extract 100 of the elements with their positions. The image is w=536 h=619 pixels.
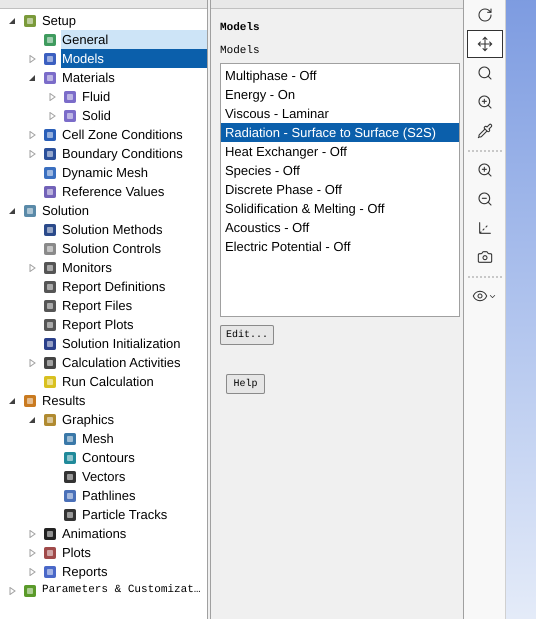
- tree-item-icon: [62, 88, 78, 104]
- tree-item[interactable]: Solution Controls: [61, 239, 162, 258]
- zoom-out-icon: [476, 191, 492, 207]
- tree-item[interactable]: Solution Methods: [61, 220, 164, 239]
- tree-item-icon: [42, 298, 58, 314]
- tree-item-icon: [42, 126, 58, 142]
- list-item[interactable]: Radiation - Surface to Surface (S2S): [221, 123, 459, 142]
- tree-item[interactable]: Results: [41, 391, 86, 410]
- tree-item[interactable]: Solid: [81, 106, 112, 125]
- tree-item[interactable]: Pathlines: [81, 486, 136, 505]
- axes-icon: [476, 220, 492, 236]
- tree-item[interactable]: Dynamic Mesh: [61, 163, 149, 182]
- tree-item-icon: [42, 146, 58, 162]
- collapsed-arrow-icon[interactable]: [8, 586, 16, 594]
- tree-item-icon: [62, 468, 78, 484]
- tree-item[interactable]: Plots: [61, 543, 92, 562]
- tree-item-icon: [42, 374, 58, 390]
- collapsed-arrow-icon[interactable]: [28, 358, 36, 366]
- tree-item-icon: [42, 336, 58, 352]
- tree-item-icon: [42, 240, 58, 256]
- tree-item[interactable]: Cell Zone Conditions: [61, 125, 184, 144]
- tree-item[interactable]: Vectors: [81, 467, 126, 486]
- expanded-arrow-icon[interactable]: [8, 16, 16, 24]
- camera-icon: [476, 249, 492, 265]
- rotate-icon: [476, 7, 492, 23]
- tree-item-icon: [42, 412, 58, 428]
- tree-item-icon: [42, 544, 58, 560]
- expanded-arrow-icon[interactable]: [8, 396, 16, 404]
- task-page-title: Models: [220, 21, 261, 35]
- collapsed-arrow-icon[interactable]: [28, 130, 36, 138]
- expanded-arrow-icon[interactable]: [28, 416, 36, 424]
- collapsed-arrow-icon[interactable]: [28, 530, 36, 538]
- tree-item[interactable]: Reports: [61, 562, 109, 581]
- tree-item-icon: [42, 526, 58, 542]
- tree-item[interactable]: Reference Values: [61, 182, 166, 201]
- edit-button[interactable]: Edit...: [220, 325, 274, 345]
- list-item[interactable]: Energy - On: [221, 85, 459, 104]
- collapsed-arrow-icon[interactable]: [48, 112, 56, 120]
- tree-item[interactable]: Report Files: [61, 296, 134, 315]
- list-item[interactable]: Viscous - Laminar: [221, 104, 459, 123]
- toolbar-button[interactable]: [466, 30, 502, 58]
- list-item[interactable]: Species - Off: [221, 161, 459, 180]
- tree-item-icon: [62, 506, 78, 522]
- zoom-in-icon: [476, 94, 492, 110]
- expanded-arrow-icon[interactable]: [28, 74, 36, 82]
- list-item[interactable]: Discrete Phase - Off: [221, 180, 459, 199]
- list-item[interactable]: Multiphase - Off: [221, 66, 459, 85]
- tree-item-icon: [42, 222, 58, 238]
- collapsed-arrow-icon[interactable]: [48, 92, 56, 100]
- tree-item-icon: [42, 278, 58, 294]
- zoom-in-icon: [476, 162, 492, 178]
- tree-item[interactable]: Solution Initialization: [61, 334, 182, 353]
- tree-item-icon: [22, 12, 38, 28]
- tree-item[interactable]: Mesh: [81, 429, 115, 448]
- tree-item-icon: [42, 316, 58, 332]
- tree-item-icon: [42, 164, 58, 180]
- tree-item[interactable]: Contours: [81, 448, 136, 467]
- tree-item[interactable]: Models: [61, 49, 207, 68]
- tree-item[interactable]: Calculation Activities: [61, 353, 182, 372]
- tree-item[interactable]: Setup: [41, 11, 77, 30]
- tree-item[interactable]: General: [61, 30, 207, 49]
- tree-item-icon: [42, 50, 58, 66]
- tree-item-icon: [42, 184, 58, 200]
- tree-item[interactable]: Solution: [41, 201, 90, 220]
- tree-item-icon: [42, 260, 58, 276]
- move-icon: [476, 36, 492, 52]
- tree-item[interactable]: Materials: [61, 68, 116, 87]
- list-item[interactable]: Solidification & Melting - Off: [221, 199, 459, 218]
- tree-item-icon: [42, 354, 58, 370]
- tree-item[interactable]: Parameters & Customizat…: [41, 581, 202, 600]
- tree-item-icon: [62, 430, 78, 446]
- pipette-icon: [476, 123, 492, 139]
- tree-item-icon: [22, 392, 38, 408]
- collapsed-arrow-icon[interactable]: [28, 568, 36, 576]
- tree-item[interactable]: Monitors: [61, 258, 113, 277]
- tree-item-icon: [62, 488, 78, 504]
- list-item[interactable]: Acoustics - Off: [221, 218, 459, 237]
- tree-item[interactable]: Particle Tracks: [81, 505, 168, 524]
- list-item[interactable]: Electric Potential - Off: [221, 237, 459, 256]
- expanded-arrow-icon[interactable]: [8, 206, 16, 214]
- tree-item-icon: [62, 450, 78, 466]
- list-item[interactable]: Heat Exchanger - Off: [221, 142, 459, 161]
- tree-item-icon: [22, 202, 38, 218]
- tree-item[interactable]: Report Plots: [61, 315, 135, 334]
- tree-item-icon: [62, 108, 78, 124]
- help-button[interactable]: Help: [226, 374, 265, 394]
- tree-item[interactable]: Fluid: [81, 87, 112, 106]
- tree-item[interactable]: Animations: [61, 524, 128, 543]
- collapsed-arrow-icon[interactable]: [28, 54, 36, 62]
- tree-item[interactable]: Graphics: [61, 410, 116, 429]
- eye-icon: [472, 288, 488, 304]
- collapsed-arrow-icon[interactable]: [28, 548, 36, 556]
- tree-item-icon: [42, 564, 58, 580]
- tree-item[interactable]: Run Calculation: [61, 372, 155, 391]
- collapsed-arrow-icon[interactable]: [28, 150, 36, 158]
- tree-item[interactable]: Boundary Conditions: [61, 144, 184, 163]
- collapsed-arrow-icon[interactable]: [28, 264, 36, 272]
- tree-item-icon: [42, 32, 58, 48]
- list-label: Models: [220, 44, 261, 58]
- tree-item[interactable]: Report Definitions: [61, 277, 166, 296]
